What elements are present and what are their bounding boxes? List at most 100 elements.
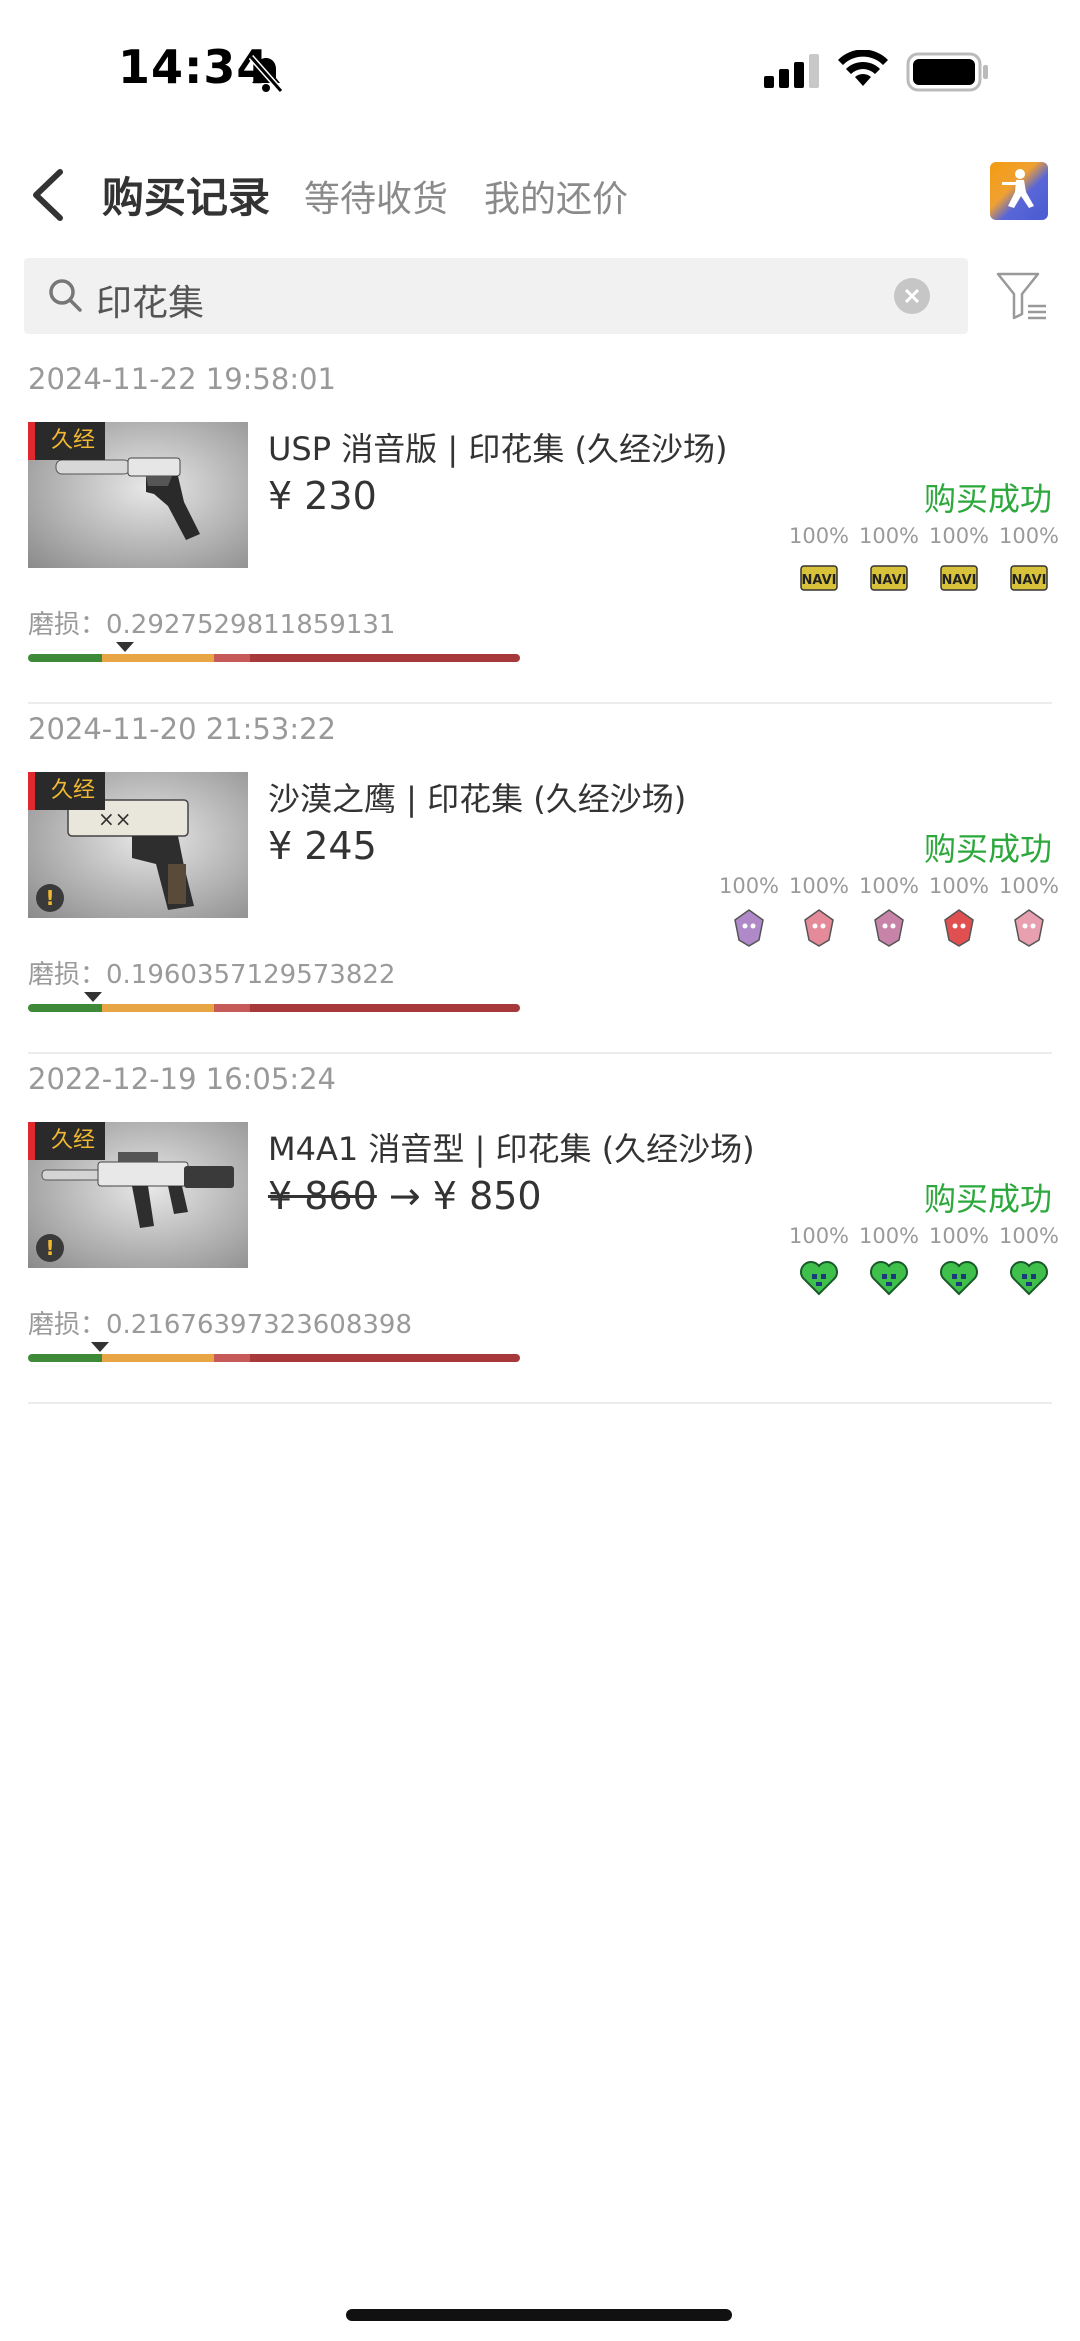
clear-search-icon[interactable] <box>894 278 930 314</box>
svg-text:NAVI: NAVI <box>802 573 837 588</box>
item-price: ¥ 860 → ¥ 850 <box>268 1174 542 1218</box>
sticker-wear: 100% <box>788 524 850 548</box>
heart-sticker-icon <box>870 1261 908 1296</box>
svg-text:NAVI: NAVI <box>1012 573 1047 588</box>
sticker-item: 100% <box>924 874 994 950</box>
sticker-wear: 100% <box>928 874 990 898</box>
purchase-date: 2022-12-19 16:05:24 <box>28 1062 336 1096</box>
sticker-item: 100% <box>854 874 924 950</box>
nav-header: 购买记录 等待收货 我的还价 <box>0 150 1080 240</box>
sticker-list: 100% 100% 100% 100% 100% <box>714 874 1064 950</box>
original-price: ¥ 860 <box>268 1174 377 1218</box>
purchase-date: 2024-11-22 19:58:01 <box>28 362 336 396</box>
heart-sticker-icon <box>940 1261 978 1296</box>
sticker-item: 100% NAVI <box>854 524 924 600</box>
filter-icon[interactable] <box>994 268 1050 324</box>
g2-sticker-icon <box>804 909 834 947</box>
sticker-item: 100% NAVI <box>924 524 994 600</box>
exterior-tag: 久经 <box>28 422 106 460</box>
tab-purchase-records[interactable]: 购买记录 <box>102 164 270 225</box>
sticker-wear: 100% <box>718 874 780 898</box>
status-bar: 14:34 <box>0 0 1080 140</box>
wear-marker <box>115 642 134 652</box>
sticker-wear: 100% <box>998 874 1060 898</box>
sticker-item: 100% <box>784 1224 854 1300</box>
item-price: ¥ 230 <box>268 474 377 518</box>
sticker-wear: 100% <box>788 1224 850 1248</box>
sticker-list: 100% 100% 100% 100% <box>784 1224 1064 1300</box>
sticker-wear: 100% <box>858 874 920 898</box>
navi-sticker-icon: NAVI <box>800 565 838 591</box>
search-input[interactable]: 印花集 <box>24 258 968 334</box>
g2-sticker-icon <box>944 909 974 947</box>
sticker-item: 100% <box>784 874 854 950</box>
purchase-status: 购买成功 <box>923 480 1052 518</box>
sticker-wear: 100% <box>928 1224 990 1248</box>
purchase-status: 购买成功 <box>923 830 1052 868</box>
exterior-tag: 久经 <box>28 1122 106 1160</box>
svg-text:NAVI: NAVI <box>942 573 977 588</box>
purchase-status: 购买成功 <box>923 1180 1052 1218</box>
final-price: → ¥ 850 <box>388 1174 542 1218</box>
item-thumbnail: 久经 ! <box>28 1122 248 1268</box>
navi-sticker-icon: NAVI <box>940 565 978 591</box>
svg-text:××: ×× <box>98 807 132 831</box>
sticker-item: 100% <box>924 1224 994 1300</box>
wear-marker <box>83 992 102 1002</box>
item-name: M4A1 消音型 | 印花集 (久经沙场) <box>268 1130 755 1168</box>
wear-value: 磨损：0.21676397323608398 <box>28 1310 413 1340</box>
divider <box>28 1052 1052 1054</box>
sticker-wear: 100% <box>998 1224 1060 1248</box>
purchase-record[interactable]: 2022-12-19 16:05:24 久经 ! M4A1 消音型 | 印花集 … <box>0 1062 1080 1412</box>
sticker-item: 100% <box>994 1224 1064 1300</box>
sticker-list: 100% NAVI 100% NAVI 100% NAVI 100% NAVI <box>784 524 1064 600</box>
search-icon <box>49 279 82 312</box>
item-price: ¥ 245 <box>268 824 377 868</box>
wifi-icon <box>838 50 888 86</box>
purchase-date: 2024-11-20 21:53:22 <box>28 712 336 746</box>
cellular-signal-icon <box>764 54 819 88</box>
wear-bar <box>28 654 520 662</box>
tab-awaiting-delivery[interactable]: 等待收货 <box>304 170 448 222</box>
sticker-wear: 100% <box>998 524 1060 548</box>
heart-sticker-icon <box>800 1261 838 1296</box>
item-thumbnail: 久经 <box>28 422 248 568</box>
search-input-value: 印花集 <box>96 283 205 324</box>
wear-bar <box>28 1354 520 1362</box>
status-time: 14:34 <box>118 40 270 94</box>
divider <box>28 702 1052 704</box>
sticker-wear: 100% <box>858 524 920 548</box>
sticker-item: 100% NAVI <box>784 524 854 600</box>
divider <box>28 1402 1052 1404</box>
sticker-wear: 100% <box>928 524 990 548</box>
sticker-item: 100% <box>994 874 1064 950</box>
purchase-record[interactable]: 2024-11-22 19:58:01 久经 USP 消音版 | 印花集 (久经… <box>0 362 1080 712</box>
warning-icon: ! <box>36 884 64 912</box>
wear-value: 磨损：0.2927529811859131 <box>28 610 396 640</box>
exterior-tag: 久经 <box>28 772 106 810</box>
wear-marker <box>90 1342 109 1352</box>
item-name: 沙漠之鹰 | 印花集 (久经沙场) <box>268 780 687 818</box>
sticker-item: 100% <box>854 1224 924 1300</box>
mute-bell-icon <box>248 55 284 93</box>
sticker-item: 100% NAVI <box>994 524 1064 600</box>
back-arrow-icon[interactable] <box>24 160 74 230</box>
navi-sticker-icon: NAVI <box>870 565 908 591</box>
g2-sticker-icon <box>1014 909 1044 947</box>
heart-sticker-icon <box>1010 1261 1048 1296</box>
warning-icon: ! <box>36 1234 64 1262</box>
sticker-wear: 100% <box>788 874 850 898</box>
home-indicator[interactable] <box>346 2309 732 2321</box>
wear-value: 磨损：0.1960357129573822 <box>28 960 396 990</box>
g2-sticker-icon <box>734 909 764 947</box>
game-switch-icon[interactable] <box>990 162 1048 220</box>
wear-bar <box>28 1004 520 1012</box>
purchase-record[interactable]: 2024-11-20 21:53:22 ×× 久经 ! 沙漠之鹰 | 印花集 (… <box>0 712 1080 1062</box>
sticker-wear: 100% <box>858 1224 920 1248</box>
g2-sticker-icon <box>874 909 904 947</box>
navi-sticker-icon: NAVI <box>1010 565 1048 591</box>
battery-icon <box>906 52 988 92</box>
svg-text:NAVI: NAVI <box>872 573 907 588</box>
item-name: USP 消音版 | 印花集 (久经沙场) <box>268 430 728 468</box>
tab-my-offers[interactable]: 我的还价 <box>484 170 628 222</box>
